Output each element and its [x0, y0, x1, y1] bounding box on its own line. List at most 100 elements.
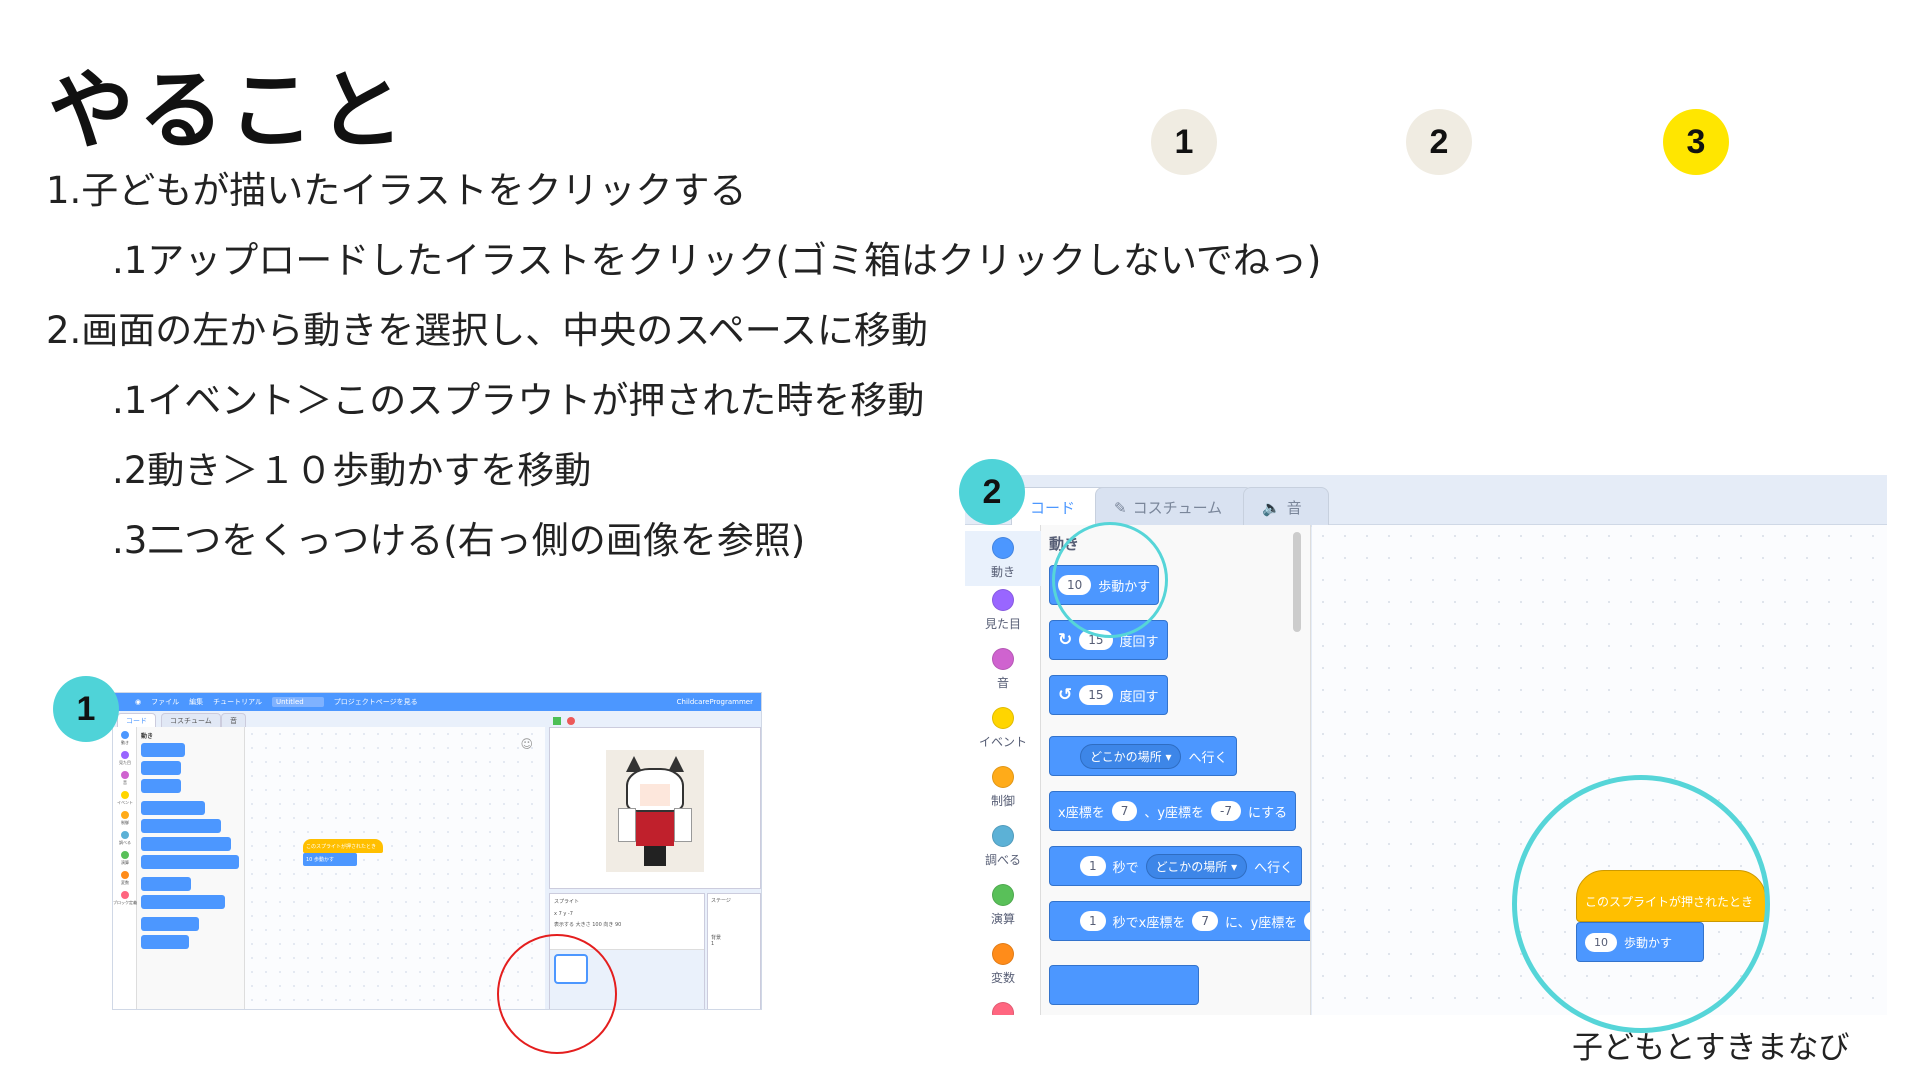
goto-target-dropdown[interactable]: どこかの場所 ▾: [1080, 743, 1182, 769]
category-motion-label: 動き: [121, 740, 129, 745]
category-sound-dot[interactable]: [121, 771, 129, 779]
tab-costume[interactable]: コスチューム: [161, 713, 221, 727]
category-variables-dot[interactable]: [121, 871, 129, 879]
backdrop-label: 背景: [711, 935, 722, 941]
instruction-line-2-1: .1イベント＞このスプラウトが押された時を移動: [112, 379, 925, 422]
glide-seconds-input[interactable]: 1: [1080, 856, 1106, 876]
glide-xy-seconds-input[interactable]: 1: [1080, 911, 1106, 931]
move-block[interactable]: 10 歩動かす: [303, 853, 357, 866]
project-title-input[interactable]: Untitled: [272, 697, 324, 707]
category-control-label: 制御: [121, 820, 129, 825]
green-flag-icon[interactable]: [553, 717, 561, 725]
palette-scrollbar[interactable]: [1293, 532, 1301, 632]
palette-block[interactable]: [141, 917, 199, 931]
palette-block[interactable]: [141, 819, 221, 833]
palette-block[interactable]: [141, 855, 239, 869]
palette-block[interactable]: [141, 761, 181, 775]
glide-xy-mid-label: に、y座標を: [1224, 915, 1298, 931]
tab-costume-label: コスチューム: [1132, 499, 1223, 517]
sprite-coordinates: x 7 y -7: [554, 911, 700, 917]
size-label: 大きさ: [575, 922, 591, 928]
palette-block[interactable]: [141, 877, 191, 891]
x-input[interactable]: 7: [559, 911, 562, 917]
category-events[interactable]: イベント: [965, 707, 1041, 750]
move-steps-value[interactable]: 10: [306, 857, 312, 863]
scratch-editor-screenshot: ◉ ファイル 編集 チュートリアル Untitled プロジェクトページを見る …: [112, 692, 762, 1010]
rotate-right-icon: ↻: [1058, 630, 1073, 650]
stage-controls: [549, 715, 761, 727]
glide-target-dropdown[interactable]: どこかの場所 ▾: [1145, 853, 1248, 879]
palette-block[interactable]: [141, 935, 189, 949]
stage[interactable]: [549, 727, 761, 889]
category-looks[interactable]: 見た目: [965, 589, 1041, 632]
sprite-illustration[interactable]: [606, 750, 704, 872]
event-block-when-clicked[interactable]: このスプライトが押されたとき: [303, 839, 383, 853]
block-glide[interactable]: 1 秒で どこかの場所 ▾ へ行く: [1049, 846, 1303, 886]
category-control[interactable]: 制御: [965, 766, 1041, 809]
menu-tutorial[interactable]: チュートリアル: [213, 697, 262, 707]
tab-sound[interactable]: 🔈 音: [1243, 487, 1329, 527]
stop-icon[interactable]: [567, 717, 575, 725]
project-page-button[interactable]: プロジェクトページを見る: [334, 697, 418, 707]
palette-block[interactable]: [141, 779, 181, 793]
glide-y-input[interactable]: -: [1304, 911, 1310, 931]
palette-block[interactable]: [141, 801, 205, 815]
category-sound[interactable]: 音: [965, 648, 1041, 691]
menu-edit[interactable]: 編集: [189, 697, 203, 707]
block-turn-left[interactable]: ↺ 15 度回す: [1049, 675, 1168, 715]
step-indicator-1: 1: [1151, 109, 1217, 175]
tab-code[interactable]: コード: [117, 713, 156, 727]
block-goto-xy[interactable]: x座標を 7 、y座標を -7 にする: [1049, 791, 1297, 831]
goto-y-input[interactable]: -7: [1211, 801, 1242, 821]
tab-code-label: コード: [1030, 499, 1076, 517]
turn-left-input[interactable]: 15: [1079, 685, 1113, 705]
goto-x-input[interactable]: 7: [1111, 801, 1138, 821]
category-looks-dot[interactable]: [121, 751, 129, 759]
instruction-line-2-2: .2動き＞１０歩動かすを移動: [112, 449, 592, 492]
category-variables-dot: [992, 943, 1014, 965]
category-events-label: イベント: [978, 735, 1027, 749]
category-myblocks[interactable]: [965, 1002, 1041, 1015]
category-sensing-dot: [992, 825, 1014, 847]
tab-sound[interactable]: 音: [221, 713, 246, 727]
category-motion-dot[interactable]: [121, 731, 129, 739]
category-control-dot[interactable]: [121, 811, 129, 819]
category-looks-label: 見た目: [119, 760, 131, 765]
category-sensing-dot[interactable]: [121, 831, 129, 839]
category-variables[interactable]: 変数: [965, 943, 1041, 986]
menu-file[interactable]: ファイル: [151, 697, 179, 707]
palette-block[interactable]: [141, 743, 185, 757]
palette-block[interactable]: [141, 837, 231, 851]
size-input[interactable]: 100: [592, 922, 602, 928]
y-input[interactable]: -7: [568, 911, 573, 917]
category-control-label: 制御: [990, 794, 1015, 808]
category-myblocks-dot[interactable]: [121, 891, 129, 899]
sprite-legs: [644, 846, 666, 866]
glide-x-input[interactable]: 7: [1192, 911, 1218, 931]
code-area[interactable]: ☺: [245, 727, 545, 1009]
category-sound-dot: [992, 648, 1014, 670]
category-motion[interactable]: 動き: [965, 531, 1041, 586]
category-menu: 動き 見た目 音 イベント 制御 調べる 演算 変数 ブロック定義: [113, 727, 137, 1009]
screenshot-2-badge: 2: [959, 459, 1025, 525]
category-events-dot[interactable]: [121, 791, 129, 799]
block-partial[interactable]: [1049, 965, 1199, 1005]
block-glide-xy[interactable]: 1 秒でx座標を 7 に、y座標を -: [1049, 901, 1310, 941]
category-sound-label: 音: [996, 676, 1009, 690]
direction-input[interactable]: 90: [615, 922, 621, 928]
step-indicator-2: 2: [1406, 109, 1472, 175]
palette-heading: 動き: [141, 733, 154, 740]
palette-block[interactable]: [141, 895, 225, 909]
highlight-circle-workspace-script: [1512, 775, 1770, 1033]
menu-bar: ◉ ファイル 編集 チュートリアル Untitled プロジェクトページを見る …: [113, 693, 761, 711]
screenshot-1-badge: 1: [53, 676, 119, 742]
stage-pane[interactable]: ステージ 背景 1: [707, 893, 761, 1009]
block-goto[interactable]: どこかの場所 ▾ へ行く: [1049, 736, 1237, 776]
category-sensing[interactable]: 調べる: [965, 825, 1041, 868]
highlight-circle-move-block: [1052, 522, 1168, 638]
globe-icon[interactable]: ◉: [135, 698, 141, 706]
category-operators-dot[interactable]: [121, 851, 129, 859]
tab-costume[interactable]: ✎ コスチューム: [1095, 487, 1253, 527]
user-menu[interactable]: ChildcareProgrammer: [677, 698, 753, 706]
category-operators[interactable]: 演算: [965, 884, 1041, 927]
